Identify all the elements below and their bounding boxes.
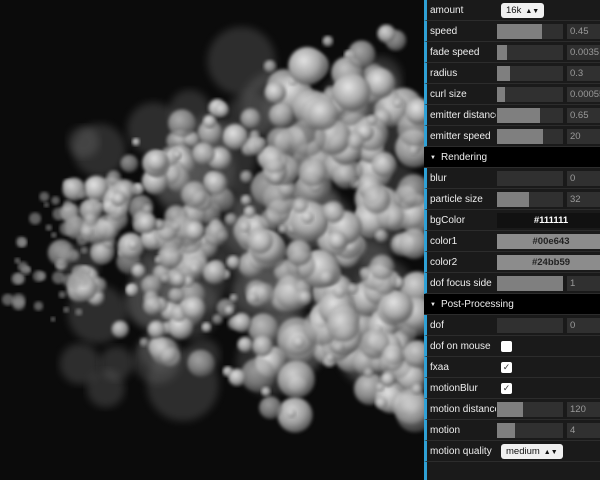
dof-input[interactable]: 0 <box>567 318 600 333</box>
fade-speed-slider[interactable] <box>497 45 563 60</box>
curl-size-slider[interactable] <box>497 87 563 102</box>
dof-focus-side-slider[interactable] <box>497 276 563 291</box>
rendering-folder-header[interactable]: ▼ Rendering <box>424 147 600 168</box>
emitter-distance-input[interactable]: 0.65 <box>567 108 600 123</box>
emitter-speed-row: emitter speed 20 <box>424 126 600 147</box>
dof-slider[interactable] <box>497 318 563 333</box>
motion-distance-input[interactable]: 120 <box>567 402 600 417</box>
curl-size-input[interactable]: 0.00055 <box>567 87 600 102</box>
radius-input[interactable]: 0.3 <box>567 66 600 81</box>
settings-panel: amount 16k ▲▼ speed 0.45 fade speed 0.0035 radi… <box>424 0 600 480</box>
collapse-triangle-icon: ▼ <box>430 155 436 161</box>
emitter-distance-slider[interactable] <box>497 108 563 123</box>
post-processing-folder-header[interactable]: ▼ Post-Processing <box>424 294 600 315</box>
color2-row: color2 #24bb59 <box>424 252 600 273</box>
updown-arrow-icon: ▲▼ <box>543 449 558 456</box>
blur-slider[interactable] <box>497 171 563 186</box>
motion-quality-select[interactable]: medium ▲▼ <box>501 444 563 459</box>
emitter-distance-row: emitter distance 0.65 <box>424 105 600 126</box>
color2-swatch[interactable]: #24bb59 <box>497 255 600 270</box>
motion-distance-slider[interactable] <box>497 402 563 417</box>
bgcolor-swatch[interactable]: #111111 <box>497 213 600 228</box>
color1-row: color1 #00e643 <box>424 231 600 252</box>
particle-size-slider[interactable] <box>497 192 563 207</box>
particle-canvas[interactable] <box>0 0 424 480</box>
speed-input[interactable]: 0.45 <box>567 24 600 39</box>
emitter-speed-slider[interactable] <box>497 129 563 144</box>
partial-row <box>424 462 600 480</box>
speed-row: speed 0.45 <box>424 21 600 42</box>
motion-input[interactable]: 4 <box>567 423 600 438</box>
dof-focus-side-input[interactable]: 1 <box>567 276 600 291</box>
amount-row: amount 16k ▲▼ <box>424 0 600 21</box>
particle-size-row: particle size 32 <box>424 189 600 210</box>
motion-row: motion 4 <box>424 420 600 441</box>
fxaa-checkbox[interactable]: ✓ <box>501 362 512 373</box>
blur-row: blur 0 <box>424 168 600 189</box>
dof-on-mouse-checkbox[interactable] <box>501 341 512 352</box>
fade-speed-input[interactable]: 0.0035 <box>567 45 600 60</box>
blur-input[interactable]: 0 <box>567 171 600 186</box>
motion-slider[interactable] <box>497 423 563 438</box>
radius-slider[interactable] <box>497 66 563 81</box>
motionblur-checkbox[interactable]: ✓ <box>501 383 512 394</box>
emitter-speed-input[interactable]: 20 <box>567 129 600 144</box>
motionblur-row: motionBlur ✓ <box>424 378 600 399</box>
particle-size-input[interactable]: 32 <box>567 192 600 207</box>
speed-slider[interactable] <box>497 24 563 39</box>
dof-row: dof 0 <box>424 315 600 336</box>
updown-arrow-icon: ▲▼ <box>525 8 540 15</box>
curl-size-row: curl size0.00055 <box>424 84 600 105</box>
particle-cloud <box>1 24 424 433</box>
radius-row: radius 0.3 <box>424 63 600 84</box>
collapse-triangle-icon: ▼ <box>430 302 436 308</box>
motion-quality-row: motion quality medium ▲▼ <box>424 441 600 462</box>
fade-speed-row: fade speed 0.0035 <box>424 42 600 63</box>
motion-distance-row: motion distance 120 <box>424 399 600 420</box>
bgcolor-row: bgColor #111111 <box>424 210 600 231</box>
color1-swatch[interactable]: #00e643 <box>497 234 600 249</box>
amount-select[interactable]: 16k ▲▼ <box>501 3 545 18</box>
dof-on-mouse-row: dof on mouse <box>424 336 600 357</box>
dof-focus-side-row: dof focus side 1 <box>424 273 600 294</box>
fxaa-row: fxaa ✓ <box>424 357 600 378</box>
